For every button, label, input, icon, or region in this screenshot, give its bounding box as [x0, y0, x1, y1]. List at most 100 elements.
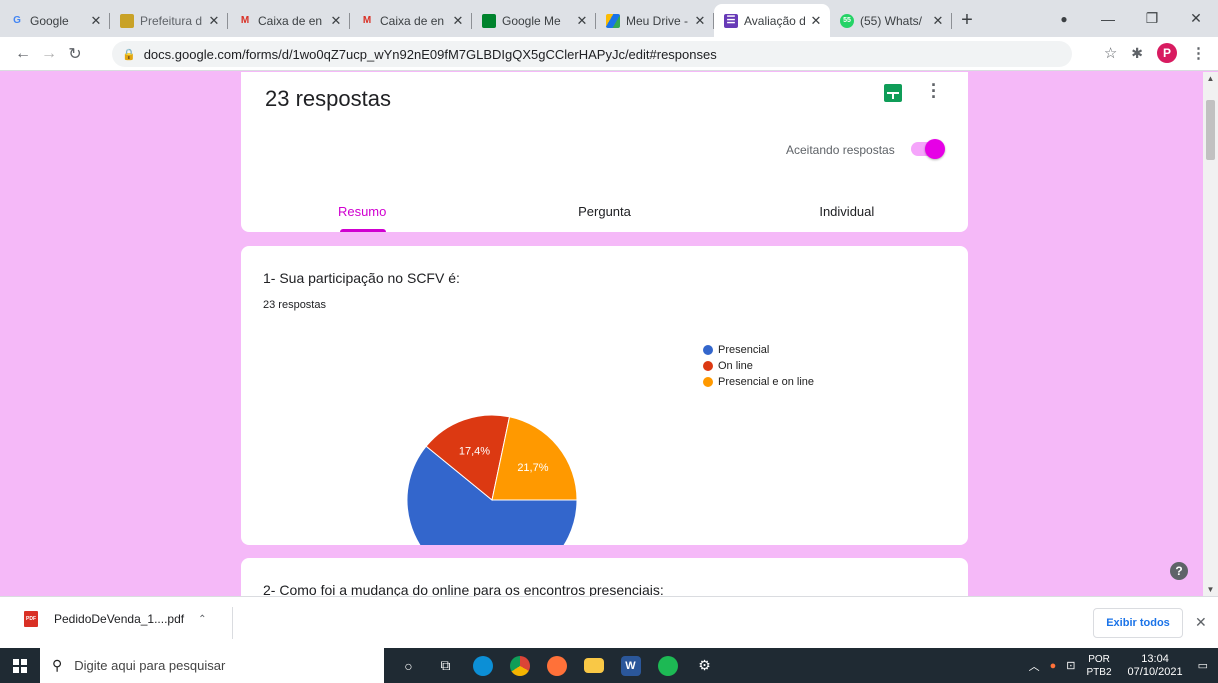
restore-button[interactable]: ❐ [1130, 10, 1174, 27]
reload-button[interactable]: ↻ [62, 44, 88, 64]
whatsapp-icon: 55 [840, 13, 854, 28]
close-tab-icon[interactable]: ✕ [574, 13, 590, 29]
close-tab-icon[interactable]: ✕ [450, 13, 466, 29]
clock-date: 07/10/2021 [1127, 665, 1183, 678]
help-icon[interactable]: ? [1170, 562, 1188, 580]
close-tab-icon[interactable]: ✕ [328, 13, 344, 29]
scroll-up-arrow-icon[interactable]: ▲ [1203, 74, 1218, 83]
forward-button[interactable]: → [36, 45, 62, 63]
file-explorer-icon[interactable] [575, 648, 612, 683]
search-icon: ⚲ [52, 657, 63, 673]
question-card-1: 1- Sua participação no SCFV é: 23 respos… [241, 246, 968, 545]
firefox-icon[interactable] [538, 648, 575, 683]
legend-swatch [703, 361, 713, 371]
close-tab-icon[interactable]: ✕ [930, 13, 946, 29]
chrome-icon[interactable] [501, 648, 538, 683]
question-title: 1- Sua participação no SCFV é: [263, 270, 460, 286]
close-window-button[interactable]: ✕ [1174, 10, 1218, 27]
profile-dot-icon[interactable]: ● [1042, 12, 1086, 26]
question-title: 2- Como foi a mudança do online para os … [263, 582, 664, 596]
browser-tab-gmail-1[interactable]: M Caixa de en ✕ [228, 4, 350, 37]
chevron-up-icon[interactable]: ⌃ [198, 614, 206, 625]
accepting-responses-toggle[interactable] [911, 139, 945, 159]
gmail-icon: M [240, 15, 250, 26]
tab-pergunta[interactable]: Pergunta [483, 190, 725, 232]
system-tray: ︿ ● ⊡ POR PTB2 13:04 07/10/2021 ▭ [1024, 648, 1218, 683]
pie-data-label: 17,4% [459, 445, 490, 457]
avatar[interactable]: P [1157, 43, 1177, 63]
task-view-icon[interactable]: ⧉ [427, 648, 464, 683]
lang-top: POR [1088, 653, 1110, 665]
spotify-icon[interactable] [649, 648, 686, 683]
close-download-bar-icon[interactable]: ✕ [1195, 614, 1207, 631]
network-icon[interactable]: ⊡ [1066, 659, 1075, 672]
scroll-down-arrow-icon[interactable]: ▼ [1203, 585, 1218, 594]
responses-count-title: 23 respostas [265, 86, 391, 111]
legend-item: Presencial [703, 342, 814, 358]
address-bar[interactable]: 🔒 docs.google.com/forms/d/1wo0qZ7ucp_wYn… [112, 41, 1072, 67]
responses-header-card: 23 respostas · · · Aceitando respostas Res… [241, 72, 968, 232]
minimize-button[interactable]: — [1086, 11, 1130, 27]
extensions-icon[interactable]: ✱ [1131, 45, 1143, 62]
download-item[interactable]: PDF PedidoDeVenda_1....pdf ⌃ [24, 611, 207, 627]
close-tab-icon[interactable]: ✕ [692, 13, 708, 29]
tab-resumo[interactable]: Resumo [241, 190, 483, 232]
language-indicator[interactable]: POR PTB2 [1087, 653, 1112, 679]
browser-tab-drive[interactable]: Meu Drive - ✕ [596, 4, 714, 37]
edge-icon[interactable] [464, 648, 501, 683]
close-tab-icon[interactable]: ✕ [206, 13, 222, 29]
clock[interactable]: 13:04 07/10/2021 [1128, 653, 1183, 679]
pdf-file-icon: PDF [24, 611, 38, 627]
legend-item: Presencial e on line [703, 374, 814, 390]
bookmark-star-icon[interactable]: ☆ [1104, 44, 1117, 62]
drive-icon [606, 13, 620, 28]
legend-label: Presencial [718, 344, 770, 356]
tab-title: Caixa de en [380, 13, 445, 28]
start-button[interactable] [0, 648, 40, 683]
word-icon[interactable]: W [612, 648, 649, 683]
back-button[interactable]: ← [10, 45, 36, 63]
download-bar: PDF PedidoDeVenda_1....pdf ⌃ Exibir todo… [0, 596, 1218, 648]
page-viewport: 23 respostas · · · Aceitando respostas Res… [0, 72, 1203, 596]
cortana-icon[interactable]: ○ [390, 648, 427, 683]
tab-individual[interactable]: Individual [726, 190, 968, 232]
prefeitura-icon [120, 13, 134, 28]
lang-bottom: PTB2 [1086, 666, 1112, 678]
browser-toolbar: ← → ↻ 🔒 docs.google.com/forms/d/1wo0qZ7u… [0, 37, 1218, 71]
browser-tab-meet[interactable]: Google Me ✕ [472, 4, 596, 37]
browser-tab-google[interactable]: G Google ✕ [0, 4, 110, 37]
responses-tabs: Resumo Pergunta Individual [241, 190, 968, 232]
browser-tab-whatsapp[interactable]: 55 (55) Whats/ ✕ [830, 4, 952, 37]
tab-title: Google [30, 13, 69, 28]
close-tab-icon[interactable]: ✕ [88, 13, 104, 29]
sheets-icon[interactable] [884, 84, 902, 102]
browser-tab-gmail-2[interactable]: M Caixa de en ✕ [350, 4, 472, 37]
tab-title: Google Me [502, 13, 561, 28]
new-tab-button[interactable]: + [952, 4, 982, 37]
search-placeholder: Digite aqui para pesquisar [74, 658, 226, 673]
legend-label: On line [718, 360, 753, 372]
settings-gear-icon[interactable]: ⚙ [686, 648, 723, 683]
browser-tab-forms[interactable]: ☰ Avaliação d ✕ [714, 4, 830, 37]
show-all-button[interactable]: Exibir todos [1093, 608, 1183, 638]
gmail-icon: M [362, 15, 372, 26]
windows-icon [13, 658, 27, 673]
tray-app-icon[interactable]: ● [1050, 660, 1057, 672]
taskbar-search[interactable]: ⚲ Digite aqui para pesquisar [40, 648, 384, 683]
legend-label: Presencial e on line [718, 376, 815, 388]
tray-chevron-up-icon[interactable]: ︿ [1029, 658, 1040, 674]
url-text: docs.google.com/forms/d/1wo0qZ7ucp_wYn92… [143, 46, 717, 62]
google-icon: G [13, 15, 21, 26]
notifications-icon[interactable]: ▭ [1198, 659, 1208, 672]
lock-icon[interactable]: 🔒 [122, 48, 136, 61]
browser-menu-icon[interactable]: ⋮ [1191, 44, 1206, 62]
legend-item: On line [703, 358, 814, 374]
browser-tab-prefeitura[interactable]: Prefeitura d ✕ [110, 4, 228, 37]
scrollbar-thumb[interactable] [1206, 100, 1215, 160]
page-scrollbar[interactable]: ▲ ▼ [1203, 72, 1218, 596]
more-options-icon[interactable]: · · · [929, 76, 939, 106]
clock-time: 13:04 [1141, 652, 1169, 665]
close-tab-icon[interactable]: ✕ [808, 13, 824, 29]
chart-legend: Presencial On line Presencial e on line [703, 342, 814, 390]
tab-title: Avaliação d [744, 13, 806, 28]
